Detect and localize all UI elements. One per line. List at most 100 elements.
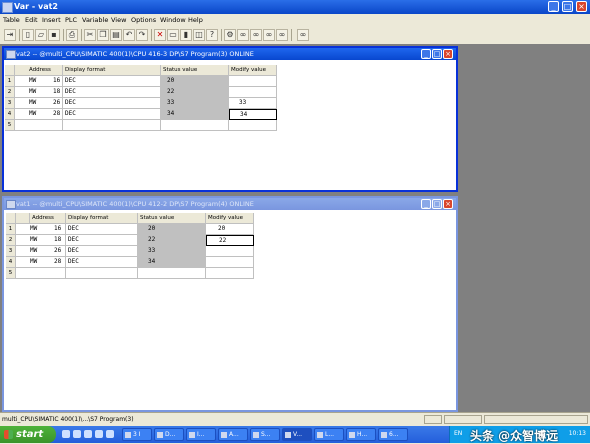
address-cell[interactable]: MW 18: [15, 87, 63, 98]
format-cell[interactable]: DEC: [66, 257, 138, 268]
address-cell[interactable]: MW 26: [16, 246, 66, 257]
taskbar-item-active[interactable]: V...: [282, 428, 312, 441]
row-number[interactable]: 4: [6, 257, 16, 268]
close-button[interactable]: ×: [576, 1, 587, 12]
modify-cell[interactable]: [229, 120, 277, 131]
app-title-bar[interactable]: Var - vat2 _ □ ×: [0, 0, 590, 14]
format-cell[interactable]: DEC: [63, 98, 161, 109]
glasses-icon[interactable]: ∞: [297, 29, 309, 41]
delete-icon[interactable]: ✕: [154, 29, 166, 41]
row-number[interactable]: 5: [5, 120, 15, 131]
header-address[interactable]: Address: [30, 213, 66, 224]
vat1-maximize-button[interactable]: □: [432, 199, 442, 209]
row-number[interactable]: 1: [6, 224, 16, 235]
vat1-close-button[interactable]: ×: [443, 199, 453, 209]
undo-icon[interactable]: ↶: [123, 29, 135, 41]
print-icon[interactable]: ⎙: [66, 29, 78, 41]
format-cell[interactable]: DEC: [63, 76, 161, 87]
address-cell[interactable]: MW 16: [15, 76, 63, 87]
new-icon[interactable]: ▯: [22, 29, 34, 41]
row-number[interactable]: 3: [5, 98, 15, 109]
language-indicator[interactable]: EN: [454, 430, 462, 437]
vat1-title-bar[interactable]: vat1 -- @multi_CPU\SIMATIC 400(1)\CPU 41…: [4, 198, 456, 210]
modify-cell-active[interactable]: 34: [229, 109, 277, 120]
menu-variable[interactable]: Variable: [82, 16, 108, 24]
address-cell[interactable]: [16, 268, 66, 279]
trigger-icon[interactable]: ▮: [180, 29, 192, 41]
address-cell[interactable]: [15, 120, 63, 131]
address-cell[interactable]: MW 28: [16, 257, 66, 268]
address-cell[interactable]: MW 16: [16, 224, 66, 235]
taskbar-item[interactable]: D...: [154, 428, 184, 441]
paste-icon[interactable]: ▤: [110, 29, 122, 41]
help-icon[interactable]: ?: [206, 29, 218, 41]
header-display-format[interactable]: Display format: [66, 213, 138, 224]
row-number[interactable]: 4: [5, 109, 15, 120]
maximize-button[interactable]: □: [562, 1, 573, 12]
format-cell[interactable]: DEC: [66, 246, 138, 257]
update-icon[interactable]: ∞: [263, 29, 275, 41]
redo-icon[interactable]: ↷: [136, 29, 148, 41]
header-status-value[interactable]: Status value: [138, 213, 206, 224]
quicklaunch-app-icon[interactable]: [106, 430, 114, 438]
monitor-variable-icon[interactable]: ∞: [237, 29, 249, 41]
menu-plc[interactable]: PLC: [65, 16, 77, 24]
taskbar-item[interactable]: 6...: [378, 428, 408, 441]
format-cell[interactable]: DEC: [63, 109, 161, 120]
taskbar-item[interactable]: A...: [218, 428, 248, 441]
vat2-minimize-button[interactable]: _: [421, 49, 431, 59]
vat2-title-bar[interactable]: vat2 -- @multi_CPU\SIMATIC 400(1)\CPU 41…: [4, 48, 456, 60]
cut-icon[interactable]: ✂: [84, 29, 96, 41]
menu-edit[interactable]: Edit: [25, 16, 38, 24]
format-cell[interactable]: DEC: [66, 235, 138, 246]
vat2-window[interactable]: vat2 -- @multi_CPU\SIMATIC 400(1)\CPU 41…: [2, 46, 458, 192]
open-icon[interactable]: ▱: [35, 29, 47, 41]
header-address[interactable]: Address: [27, 65, 63, 76]
vat1-minimize-button[interactable]: _: [421, 199, 431, 209]
insert-row-icon[interactable]: ⇥: [4, 29, 16, 41]
row-number[interactable]: 1: [5, 76, 15, 87]
modify-cell[interactable]: [206, 268, 254, 279]
minimize-button[interactable]: _: [548, 1, 559, 12]
format-cell[interactable]: [66, 268, 138, 279]
modify-variable-icon[interactable]: ∞: [250, 29, 262, 41]
modify-cell[interactable]: [206, 257, 254, 268]
quicklaunch-media-icon[interactable]: [84, 430, 92, 438]
menu-options[interactable]: Options: [131, 16, 156, 24]
vat2-close-button[interactable]: ×: [443, 49, 453, 59]
quicklaunch-desktop-icon[interactable]: [73, 430, 81, 438]
header-modify-value[interactable]: Modify value: [206, 213, 254, 224]
modify-cell[interactable]: [229, 76, 277, 87]
start-button[interactable]: start: [0, 426, 56, 443]
modify-cell[interactable]: 20: [206, 224, 254, 235]
header-status-value[interactable]: Status value: [161, 65, 229, 76]
row-number[interactable]: 2: [6, 235, 16, 246]
menu-window[interactable]: Window: [160, 16, 186, 24]
taskbar-item[interactable]: I...: [186, 428, 216, 441]
taskbar-item[interactable]: L...: [314, 428, 344, 441]
quicklaunch-folder-icon[interactable]: [95, 430, 103, 438]
address-cell[interactable]: MW 26: [15, 98, 63, 109]
clock[interactable]: 10:13: [569, 430, 586, 437]
header-display-format[interactable]: Display format: [63, 65, 161, 76]
address-cell[interactable]: MW 28: [15, 109, 63, 120]
toolbar-extra-icon[interactable]: ∞: [276, 29, 288, 41]
monitor-icon[interactable]: ▭: [167, 29, 179, 41]
modify-cell[interactable]: [206, 246, 254, 257]
format-cell[interactable]: DEC: [63, 87, 161, 98]
online-icon[interactable]: ⚙: [224, 29, 236, 41]
menu-help[interactable]: Help: [188, 16, 203, 24]
modify-cell-active[interactable]: 22: [206, 235, 254, 246]
taskbar-item[interactable]: H...: [346, 428, 376, 441]
save-icon[interactable]: ▪: [48, 29, 60, 41]
taskbar-item[interactable]: S...: [250, 428, 280, 441]
vat1-window[interactable]: vat1 -- @multi_CPU\SIMATIC 400(1)\CPU 41…: [2, 196, 458, 412]
vat2-maximize-button[interactable]: □: [432, 49, 442, 59]
quicklaunch-ie-icon[interactable]: [62, 430, 70, 438]
menu-insert[interactable]: Insert: [42, 16, 61, 24]
modify-cell[interactable]: [229, 87, 277, 98]
address-cell[interactable]: MW 18: [16, 235, 66, 246]
modify-cell[interactable]: 33: [229, 98, 277, 109]
header-modify-value[interactable]: Modify value: [229, 65, 277, 76]
table-corner[interactable]: [5, 65, 15, 76]
